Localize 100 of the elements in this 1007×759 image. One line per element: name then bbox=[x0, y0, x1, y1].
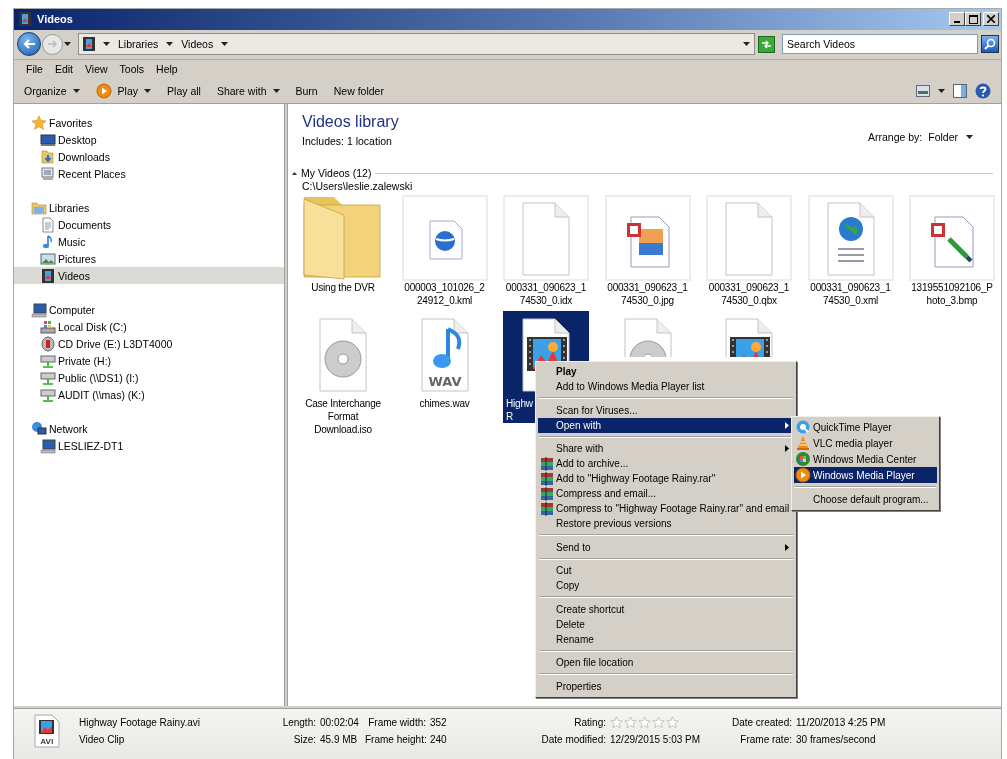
menu-item[interactable]: Add to "Highway Footage Rainy.rar" bbox=[538, 471, 794, 487]
menu-item[interactable]: VLC media player bbox=[794, 435, 937, 452]
document-icon bbox=[40, 217, 56, 233]
group-header[interactable]: My Videos (12) bbox=[301, 167, 372, 180]
nav-item[interactable]: Private (H:) bbox=[14, 352, 284, 370]
back-button[interactable] bbox=[17, 32, 41, 57]
nav-item[interactable]: LESLIEZ-DT1 bbox=[14, 437, 284, 455]
arrange-by-dropdown[interactable]: Folder bbox=[928, 131, 973, 144]
nav-group[interactable]: Network bbox=[14, 420, 284, 438]
menu-item[interactable]: Open file location bbox=[538, 655, 794, 671]
file-tile[interactable]: Using the DVR bbox=[300, 195, 386, 295]
toolbar-button[interactable]: Share with bbox=[210, 82, 286, 101]
menu-item[interactable]: Send to bbox=[538, 540, 794, 555]
nav-group[interactable]: Computer bbox=[14, 301, 284, 319]
file-tile[interactable]: WAV chimes.wav bbox=[401, 311, 488, 411]
nav-item[interactable]: Documents bbox=[14, 216, 284, 234]
nav-item[interactable]: Downloads bbox=[14, 148, 284, 166]
file-name: 24912_0.kml bbox=[416, 294, 473, 308]
caret-icon bbox=[72, 89, 80, 94]
nav-item[interactable]: Desktop bbox=[14, 131, 284, 149]
property-value: 00:02:04 bbox=[319, 716, 360, 730]
file-name: Download.iso bbox=[314, 423, 372, 437]
file-tile[interactable]: 000331_090623_1 74530_0.xml bbox=[807, 195, 894, 308]
menu-item[interactable]: Edit bbox=[48, 62, 79, 77]
menu-item[interactable]: Compress and email... bbox=[538, 486, 794, 502]
toolbar-button[interactable]: Play bbox=[89, 80, 158, 103]
folder-path: C:\Users\leslie.zalewski bbox=[302, 180, 414, 193]
minimize-button[interactable] bbox=[949, 12, 965, 27]
file-name: Format bbox=[327, 410, 359, 424]
menu-item[interactable]: Properties bbox=[538, 679, 794, 694]
menu-item[interactable]: Open with bbox=[538, 418, 794, 433]
nav-item[interactable]: Pictures bbox=[14, 250, 284, 268]
traffic-cone-icon bbox=[795, 435, 811, 452]
menu-item[interactable]: Windows Media Center bbox=[794, 451, 937, 468]
menu-item[interactable]: File bbox=[20, 62, 49, 77]
nav-item[interactable]: Local Disk (C:) bbox=[14, 318, 284, 336]
nav-item[interactable]: AUDIT (\\mas) (K:) bbox=[14, 386, 284, 404]
breadcrumb[interactable]: Libraries bbox=[116, 38, 161, 51]
menu-item[interactable]: Windows Media Player bbox=[794, 467, 937, 484]
address-bar[interactable]: Libraries Videos bbox=[78, 33, 755, 56]
archive-icon bbox=[539, 501, 555, 517]
search-field[interactable]: Search Videos bbox=[782, 34, 978, 55]
menu-item[interactable]: Share with bbox=[538, 441, 794, 457]
search-button[interactable] bbox=[981, 35, 999, 54]
nav-group[interactable]: Favorites bbox=[14, 114, 284, 132]
file-tile[interactable]: 000331_090623_1 74530_0.idx bbox=[503, 195, 589, 308]
file-type: Video Clip bbox=[79, 733, 126, 747]
menu-item[interactable]: Copy bbox=[538, 578, 794, 594]
file-name: 74530_0.xml bbox=[822, 294, 879, 308]
back-arrow-icon bbox=[23, 39, 35, 50]
menu-item[interactable]: Tools bbox=[113, 62, 151, 77]
property-value: 12/29/2015 5:03 PM bbox=[609, 733, 702, 747]
nav-item[interactable]: Music bbox=[14, 233, 284, 251]
preview-pane-icon[interactable] bbox=[953, 84, 967, 99]
collapse-icon[interactable] bbox=[292, 172, 297, 175]
nav-item[interactable]: Public (\\DS1) (I:) bbox=[14, 369, 284, 387]
menu-item[interactable]: QuickTime Player bbox=[794, 419, 937, 436]
property-label: Frame rate: bbox=[739, 733, 793, 747]
nav-item[interactable]: Recent Places bbox=[14, 165, 284, 183]
address-dropdown-icon bbox=[743, 42, 750, 47]
file-name: Highw bbox=[506, 397, 533, 411]
menu-item[interactable]: Compress to "Highway Footage Rainy.rar" and email bbox=[538, 501, 794, 517]
file-tile[interactable]: 1319551092106_P hoto_3.bmp bbox=[909, 195, 995, 308]
property-value: 352 bbox=[429, 716, 448, 730]
toolbar-button[interactable]: Play all bbox=[161, 82, 207, 101]
menu-item[interactable]: Choose default program... bbox=[794, 492, 937, 508]
refresh-button[interactable] bbox=[758, 35, 775, 53]
toolbar-button[interactable]: Burn bbox=[289, 82, 324, 101]
breadcrumb[interactable]: Videos bbox=[179, 38, 216, 51]
library-locations-text: Includes: 1 location bbox=[302, 135, 392, 148]
menu-item[interactable]: Add to Windows Media Player list bbox=[538, 379, 794, 395]
file-tile[interactable]: 000331_090623_1 74530_0.qbx bbox=[706, 195, 792, 308]
menu-item[interactable]: Add to archive... bbox=[538, 456, 794, 472]
menu-item[interactable]: View bbox=[79, 62, 114, 77]
nav-group-label: Computer bbox=[49, 304, 96, 316]
maximize-button[interactable] bbox=[965, 12, 981, 27]
nav-group[interactable]: Libraries bbox=[14, 199, 284, 217]
file-tile[interactable]: 000003_101026_2 24912_0.kml bbox=[401, 195, 488, 308]
menu-item[interactable]: Restore previous versions bbox=[538, 516, 794, 532]
toolbar-button[interactable]: Organize bbox=[18, 82, 86, 101]
toolbar-button[interactable]: New folder bbox=[327, 82, 390, 101]
film-icon bbox=[81, 36, 97, 53]
nav-item[interactable]: Videos bbox=[14, 267, 284, 285]
help-icon[interactable] bbox=[975, 83, 991, 100]
file-tile[interactable]: Case Interchange Format Download.iso bbox=[300, 311, 386, 437]
close-button[interactable] bbox=[983, 12, 999, 27]
menu-item[interactable]: Delete bbox=[538, 617, 794, 632]
menu-item[interactable]: Cut bbox=[538, 563, 794, 579]
menu-item[interactable]: Rename bbox=[538, 632, 794, 647]
menu-item[interactable]: Create shortcut bbox=[538, 602, 794, 617]
nav-group-label: Libraries bbox=[49, 202, 90, 214]
web-file-icon bbox=[807, 195, 894, 282]
library-folder-icon bbox=[31, 200, 47, 216]
menu-item[interactable]: Play bbox=[538, 364, 794, 380]
menu-item[interactable]: Scan for Viruses... bbox=[538, 403, 794, 418]
file-name: 74530_0.idx bbox=[519, 294, 573, 308]
menu-item[interactable]: Help bbox=[150, 62, 184, 77]
view-options-icon[interactable] bbox=[916, 85, 930, 98]
file-tile[interactable]: 000331_090623_1 74530_0.jpg bbox=[604, 195, 691, 308]
nav-item[interactable]: CD Drive (E:) L3DT4000 bbox=[14, 335, 284, 353]
